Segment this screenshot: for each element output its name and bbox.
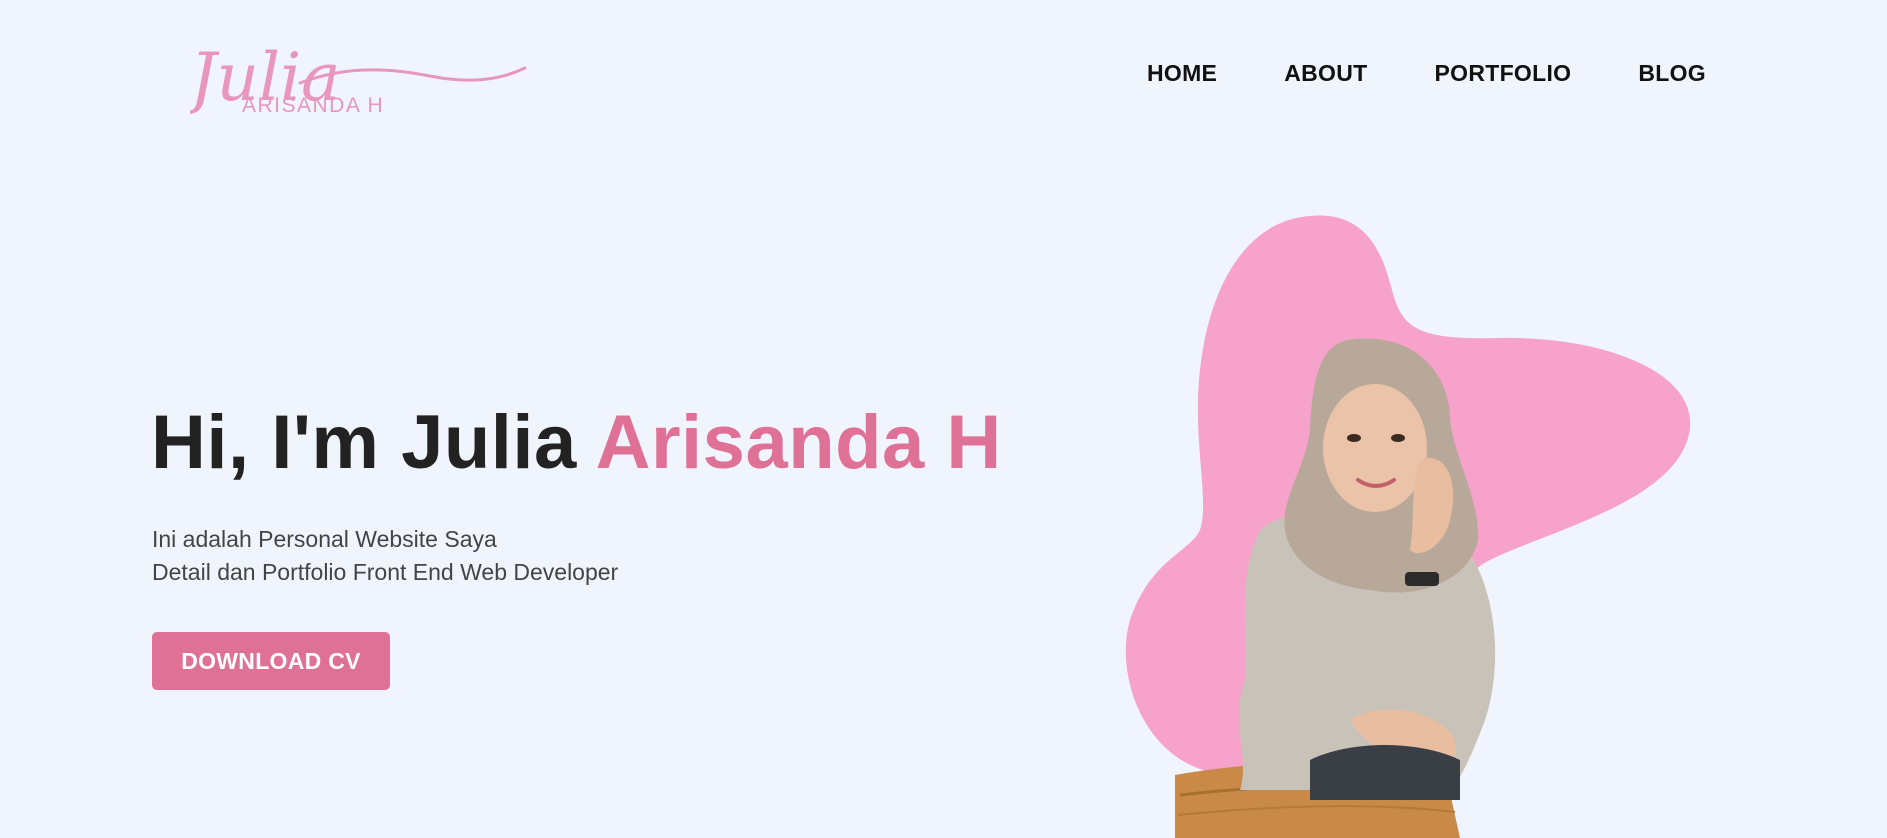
download-cv-button[interactable]: DOWNLOAD CV <box>152 632 390 690</box>
nav-blog[interactable]: BLOG <box>1638 60 1706 87</box>
nav-about[interactable]: ABOUT <box>1284 60 1367 87</box>
nav-home[interactable]: HOME <box>1147 60 1217 87</box>
page: Julia ARISANDA H HOME ABOUT PORTFOLIO BL… <box>0 0 1887 838</box>
hero-title-prefix: Hi, I'm Julia <box>151 400 596 485</box>
hero-title: Hi, I'm Julia Arisanda H <box>151 405 1002 481</box>
hero-title-accent: Arisanda H <box>595 400 1002 485</box>
hero-desc-line-2: Detail dan Portfolio Front End Web Devel… <box>152 559 619 585</box>
main-nav: HOME ABOUT PORTFOLIO BLOG <box>1147 60 1706 87</box>
nav-portfolio[interactable]: PORTFOLIO <box>1434 60 1571 87</box>
face <box>1323 384 1427 512</box>
site-logo[interactable]: Julia ARISANDA H <box>190 28 530 120</box>
logo-subtitle: ARISANDA H <box>242 94 385 117</box>
hero-image <box>1125 215 1691 838</box>
hero-desc-line-1: Ini adalah Personal Website Saya <box>152 526 497 552</box>
hero-description: Ini adalah Personal Website Saya Detail … <box>152 523 618 589</box>
